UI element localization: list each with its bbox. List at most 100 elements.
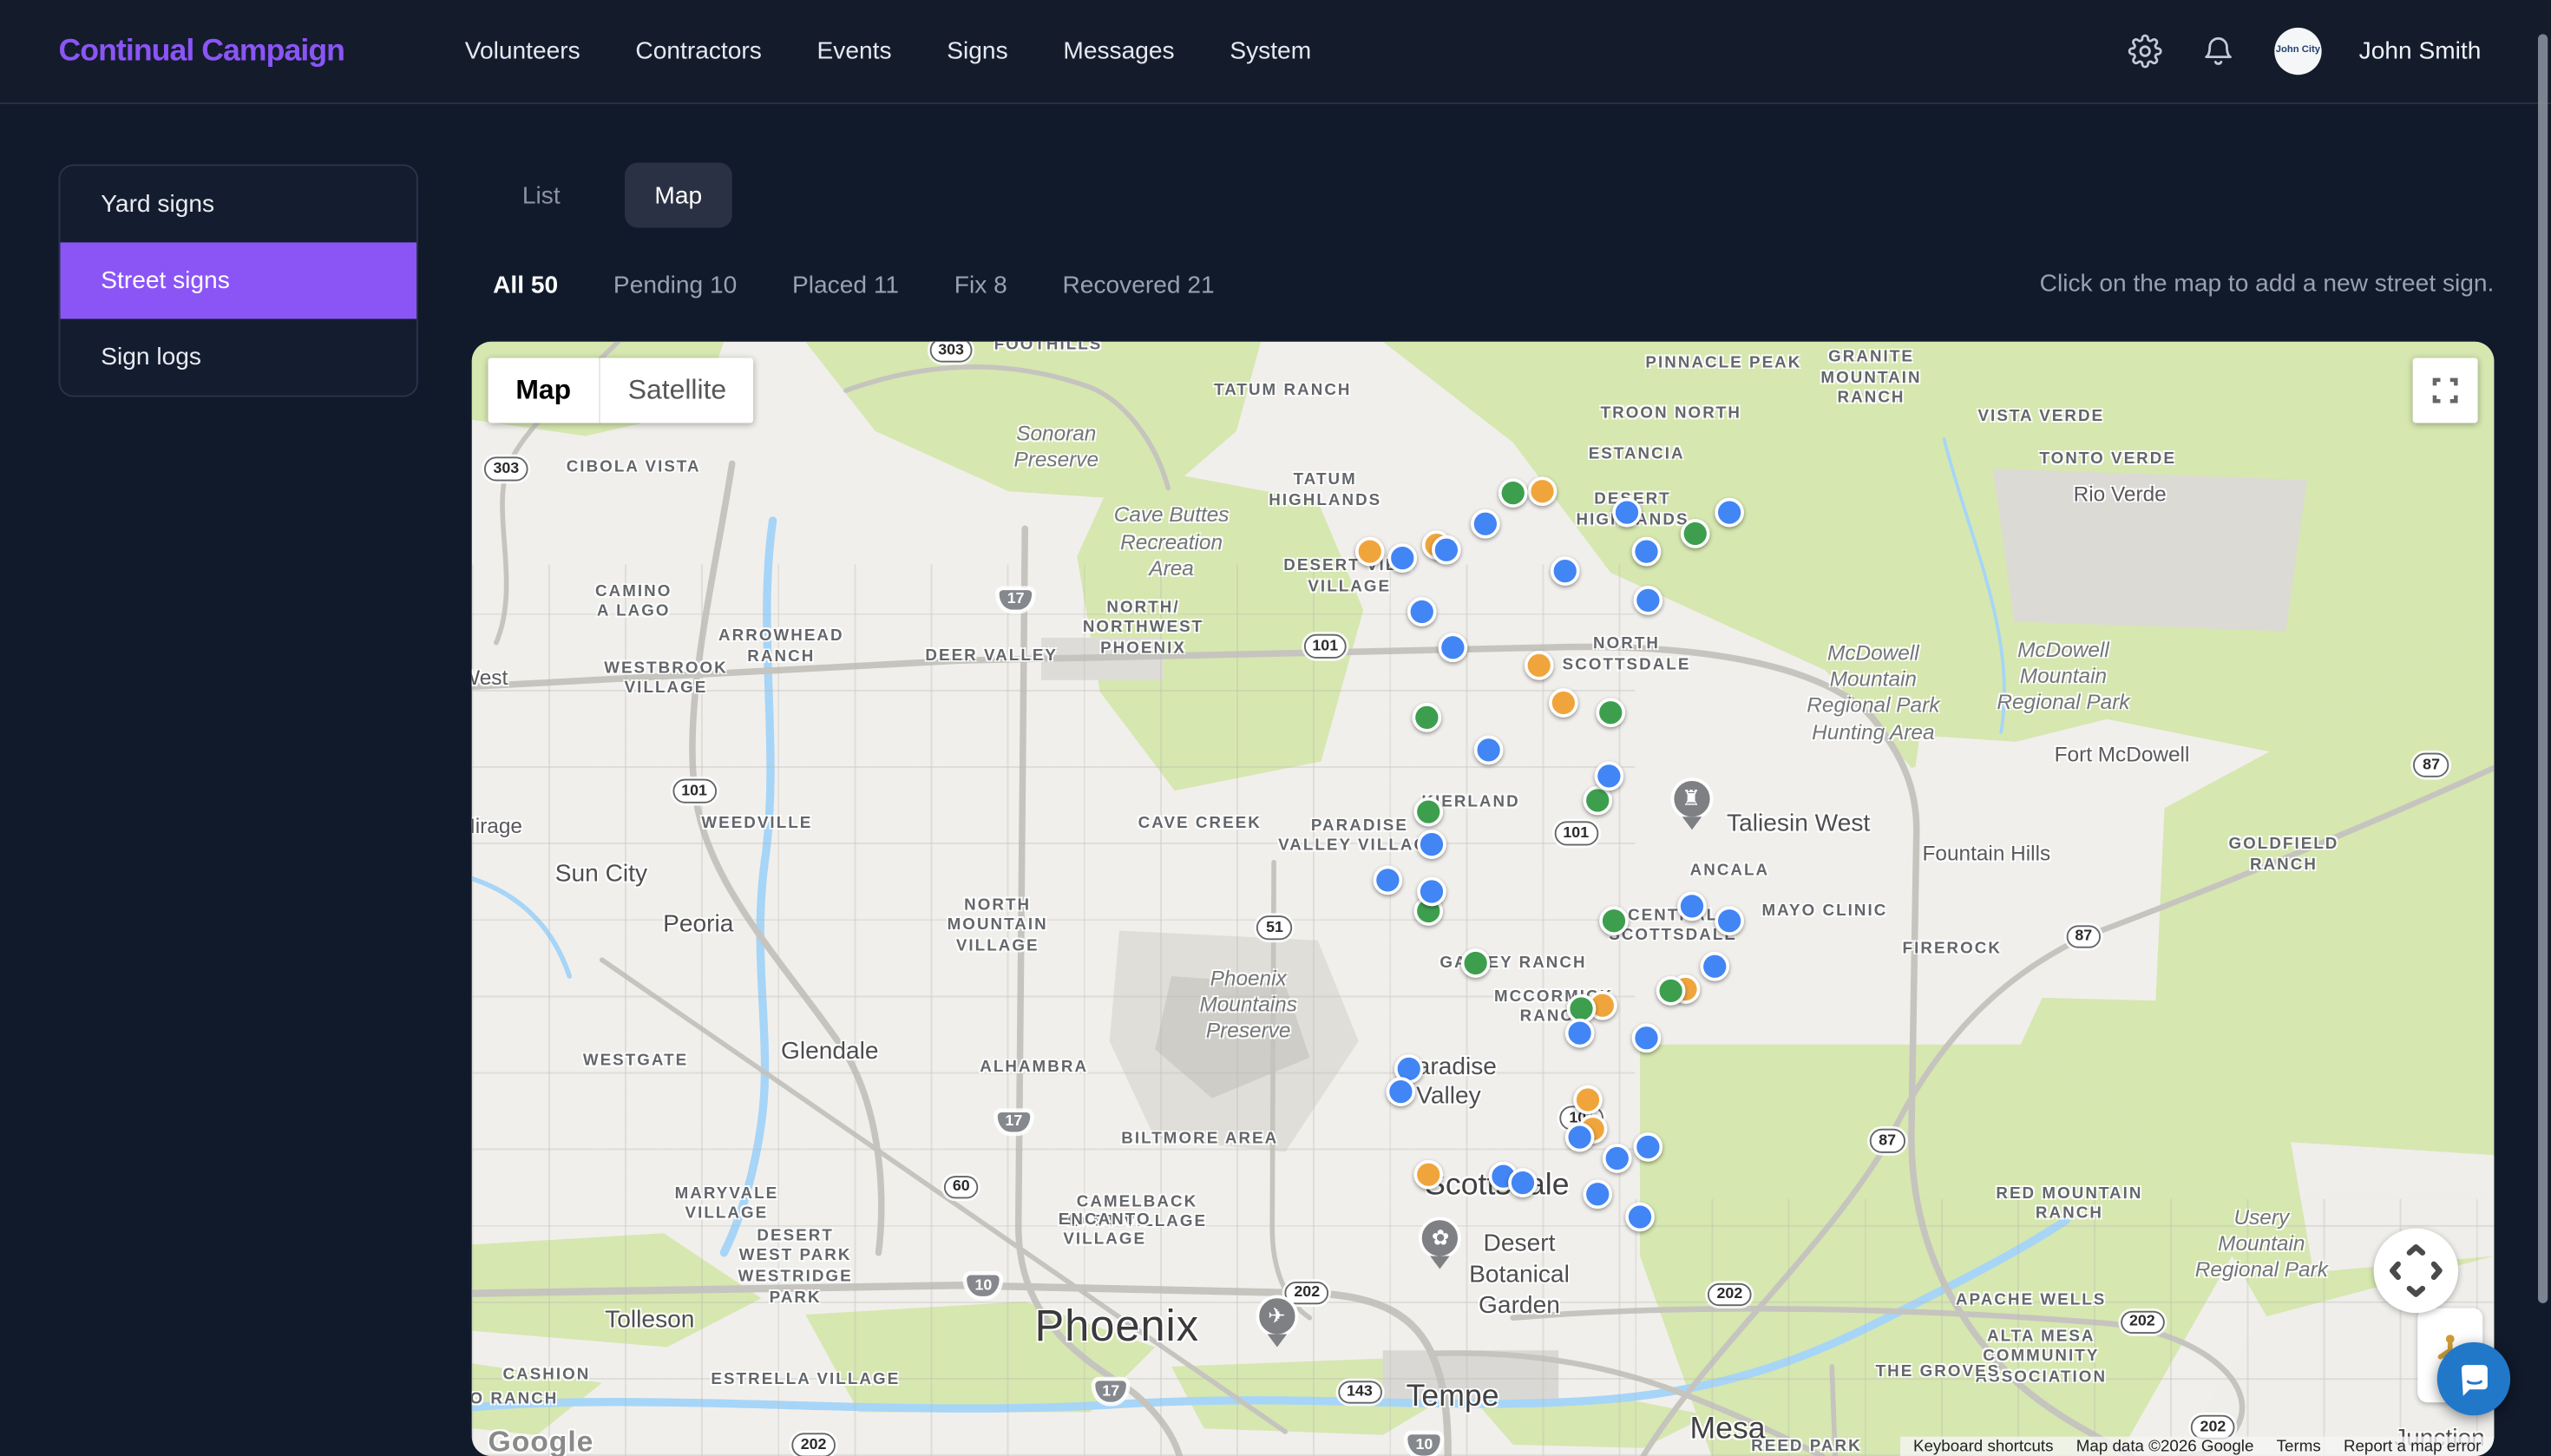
sign-marker-blue[interactable] [1625,1202,1656,1231]
route-shield-143: 143 [1337,1381,1382,1405]
sign-marker-blue[interactable] [1385,1077,1415,1106]
fullscreen-button[interactable] [2412,357,2478,423]
page-scrollbar[interactable] [2538,34,2548,1303]
terms-link[interactable]: Terms [2277,1439,2321,1456]
nav-item-contractors[interactable]: Contractors [635,37,761,65]
nav-item-system[interactable]: System [1230,37,1311,65]
route-shield-303: 303 [928,341,974,363]
sign-marker-green[interactable] [1595,698,1625,728]
sign-marker-blue[interactable] [1470,509,1500,540]
sign-marker-blue[interactable] [1634,1132,1664,1163]
filter-placed[interactable]: Placed 11 [792,271,899,298]
sign-marker-orange[interactable] [1526,475,1557,506]
sign-marker-blue[interactable] [1631,536,1662,567]
map-hint-text: Click on the map to add a new street sig… [2039,270,2495,298]
user-name[interactable]: John Smith [2359,37,2482,65]
chat-bubble-button[interactable] [2436,1341,2511,1416]
sidebar-item-street-signs[interactable]: Street signs [60,242,416,319]
sign-marker-blue[interactable] [1676,892,1706,921]
sign-marker-blue[interactable] [1407,596,1438,626]
map-attribution: Keyboard shortcuts Map data ©2026 Google… [1899,1436,2495,1456]
sidebar-item-yard-signs[interactable]: Yard signs [60,166,416,242]
sign-marker-green[interactable] [1411,702,1441,732]
nav-item-volunteers[interactable]: Volunteers [465,37,580,65]
top-navigation-bar: Continual Campaign Volunteers Contractors… [0,0,2551,104]
tab-list[interactable]: List [493,163,589,228]
report-error-link[interactable]: Report a map error [2344,1439,2481,1456]
street-grid-texture [471,564,1635,1456]
sign-marker-orange[interactable] [1549,688,1579,718]
pan-control[interactable] [2373,1228,2459,1314]
sign-marker-blue[interactable] [1474,734,1504,764]
topbar-actions: John City John Smith [2128,27,2482,75]
keyboard-shortcuts-link[interactable]: Keyboard shortcuts [1913,1439,2054,1456]
avatar[interactable]: John City [2274,27,2322,75]
route-shield-202: 202 [2120,1310,2164,1335]
sign-marker-blue[interactable] [1438,632,1467,662]
sign-marker-orange[interactable] [1354,536,1385,567]
sign-marker-blue[interactable] [1611,497,1642,528]
nav-item-signs[interactable]: Signs [947,37,1007,65]
status-filters: All 50 Pending 10 Placed 11 Fix 8 Recovered … [493,260,1215,309]
sign-marker-blue[interactable] [1417,876,1447,906]
sign-marker-blue[interactable] [1508,1168,1538,1198]
map-data-text: Map data ©2026 Google [2076,1438,2254,1456]
notifications-icon[interactable] [2201,33,2237,69]
map-type-control: Map Satellite [488,357,755,423]
sign-marker-blue[interactable] [1584,1179,1613,1210]
sign-marker-blue[interactable] [1634,585,1664,615]
sidebar-item-sign-logs[interactable]: Sign logs [60,319,416,396]
sign-marker-blue[interactable] [1631,1023,1662,1053]
route-shield-60: 60 [943,1175,979,1200]
sign-marker-blue[interactable] [1432,535,1461,565]
brand-logo[interactable]: Continual Campaign [59,33,345,69]
filter-fix[interactable]: Fix 8 [954,271,1007,298]
sign-marker-blue[interactable] [1715,906,1745,936]
sign-marker-green[interactable] [1656,975,1686,1006]
sign-marker-blue[interactable] [1565,1018,1595,1047]
route-shield-202: 202 [2191,1415,2235,1440]
street-grid-texture [1634,1199,2495,1456]
sign-marker-blue[interactable] [1565,1122,1595,1152]
sign-marker-blue[interactable] [1701,952,1730,982]
main-nav: Volunteers Contractors Events Signs Messages… [465,37,1311,65]
sign-marker-green[interactable] [1413,797,1444,827]
route-shield-87: 87 [2413,753,2449,777]
route-shield-202: 202 [791,1433,836,1456]
sign-marker-blue[interactable] [1417,830,1447,859]
app-root: Continual Campaign Volunteers Contractors… [0,0,2551,1456]
sign-marker-blue[interactable] [1601,1144,1631,1174]
route-shield-303: 303 [484,456,528,481]
sign-marker-green[interactable] [1680,518,1710,548]
route-shield-101: 101 [1303,633,1348,658]
sign-marker-blue[interactable] [1551,556,1581,587]
sign-marker-green[interactable] [1498,478,1528,508]
sign-marker-blue[interactable] [1593,761,1623,791]
sign-marker-green[interactable] [1599,906,1630,936]
sign-marker-orange[interactable] [1413,1159,1444,1190]
route-shield-51: 51 [1256,915,1293,940]
nav-item-events[interactable]: Events [817,37,892,65]
nav-item-messages[interactable]: Messages [1063,37,1174,65]
map-type-satellite[interactable]: Satellite [600,358,754,423]
sign-marker-orange[interactable] [1525,650,1555,680]
tab-map[interactable]: Map [625,162,731,228]
settings-icon[interactable] [2128,33,2163,69]
route-shield-17: 17 [996,1110,1032,1134]
route-shield-202: 202 [1708,1282,1752,1307]
filter-all[interactable]: All 50 [493,271,558,298]
filter-recovered[interactable]: Recovered 21 [1062,271,1214,298]
filter-pending[interactable]: Pending 10 [613,271,737,298]
map-type-map[interactable]: Map [489,358,600,423]
street-signs-map[interactable]: FOOTHILLS TATUM RANCH PINNACLE PEAK GRANITE… [471,341,2495,1456]
route-shield-10: 10 [1407,1433,1442,1456]
sign-marker-orange[interactable] [1573,1085,1603,1114]
view-tabs: List Map [493,162,731,228]
route-shield-87: 87 [1869,1129,1905,1153]
sign-marker-blue[interactable] [1373,865,1403,895]
sign-marker-blue[interactable] [1387,543,1417,573]
sign-marker-green[interactable] [1459,948,1490,979]
sign-marker-blue[interactable] [1715,497,1745,528]
route-shield-17: 17 [998,588,1033,613]
route-shield-202: 202 [1285,1282,1329,1306]
